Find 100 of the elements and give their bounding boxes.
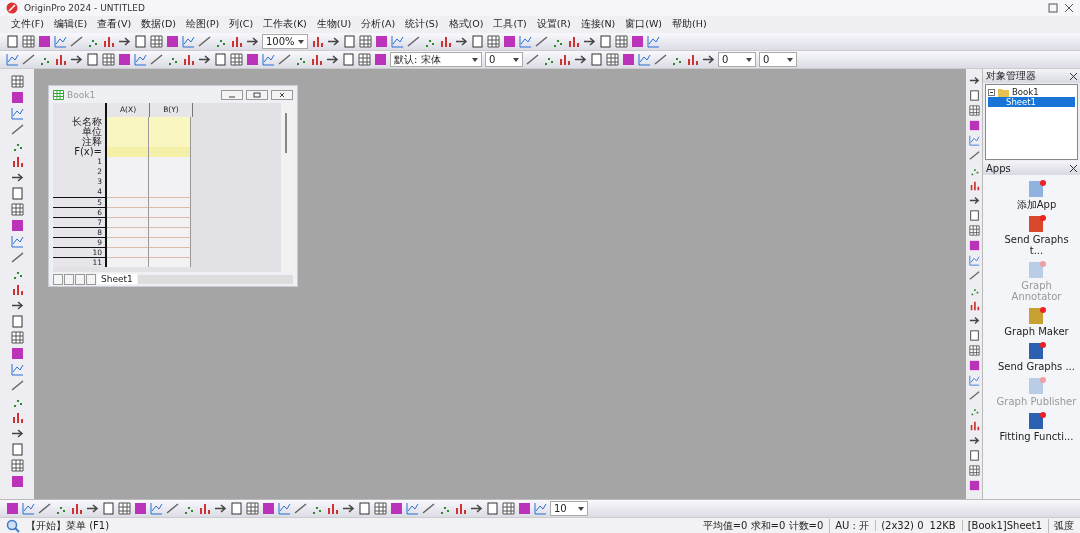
- line-icon[interactable]: [166, 502, 179, 515]
- chart-icon[interactable]: [10, 235, 24, 248]
- page-icon[interactable]: [486, 502, 499, 515]
- square-icon[interactable]: [630, 35, 644, 48]
- grid-icon[interactable]: [502, 502, 515, 515]
- tab-nav-button[interactable]: [75, 273, 85, 285]
- chart-icon[interactable]: [646, 35, 660, 48]
- arrow-icon[interactable]: [326, 35, 340, 48]
- chart-icon[interactable]: [390, 35, 404, 48]
- square-icon[interactable]: [968, 480, 980, 491]
- page-icon[interactable]: [968, 90, 980, 101]
- tab-nav-button[interactable]: [53, 273, 63, 285]
- line-icon[interactable]: [968, 150, 980, 161]
- arrow-icon[interactable]: [574, 53, 587, 66]
- table-cell[interactable]: [149, 197, 191, 207]
- grid-icon[interactable]: [486, 35, 500, 48]
- grid-icon[interactable]: [150, 35, 163, 48]
- value-dropdown[interactable]: 0: [718, 52, 756, 67]
- table-cell[interactable]: [149, 237, 191, 247]
- arrow-icon[interactable]: [702, 53, 715, 66]
- menu-item[interactable]: 查看(V): [92, 18, 137, 31]
- table-cell[interactable]: [149, 217, 191, 227]
- table-cell[interactable]: [107, 207, 149, 217]
- arrow-icon[interactable]: [10, 171, 24, 184]
- grid-icon[interactable]: [246, 502, 259, 515]
- menu-item[interactable]: 窗口(W): [620, 18, 668, 31]
- page-icon[interactable]: [10, 315, 24, 328]
- square-icon[interactable]: [166, 35, 179, 48]
- square-icon[interactable]: [134, 502, 147, 515]
- menu-item[interactable]: 文件(F): [6, 18, 49, 31]
- bar-chart-icon[interactable]: [558, 53, 571, 66]
- grid-icon[interactable]: [358, 53, 371, 66]
- app-item[interactable]: Send Graphs t...: [996, 214, 1077, 256]
- square-icon[interactable]: [374, 35, 388, 48]
- line-icon[interactable]: [22, 53, 35, 66]
- grid-icon[interactable]: [968, 465, 980, 476]
- square-icon[interactable]: [10, 347, 24, 360]
- close-icon[interactable]: [1070, 72, 1077, 80]
- bar-chart-icon[interactable]: [10, 283, 24, 296]
- chart-icon[interactable]: [6, 53, 19, 66]
- bar-chart-icon[interactable]: [968, 420, 980, 431]
- bar-chart-icon[interactable]: [968, 180, 980, 191]
- bar-chart-icon[interactable]: [454, 502, 467, 515]
- grid-icon[interactable]: [22, 35, 35, 48]
- app-item[interactable]: Graph Maker: [996, 306, 1077, 337]
- square-icon[interactable]: [518, 502, 531, 515]
- arrow-icon[interactable]: [70, 53, 83, 66]
- grid-icon[interactable]: [10, 331, 24, 344]
- grid-icon[interactable]: [10, 75, 24, 88]
- chart-icon[interactable]: [406, 502, 419, 515]
- arrow-icon[interactable]: [326, 53, 339, 66]
- table-cell[interactable]: [107, 137, 149, 147]
- square-icon[interactable]: [968, 240, 980, 251]
- chart-icon[interactable]: [22, 502, 35, 515]
- maximize-icon[interactable]: [1048, 3, 1058, 13]
- menu-item[interactable]: 编辑(E): [48, 18, 93, 31]
- corner-header[interactable]: [53, 103, 107, 117]
- page-icon[interactable]: [6, 35, 19, 48]
- page-icon[interactable]: [10, 187, 24, 200]
- page-icon[interactable]: [214, 53, 227, 66]
- tab-nav-button[interactable]: [64, 273, 74, 285]
- line-icon[interactable]: [968, 270, 980, 281]
- chart-icon[interactable]: [534, 502, 547, 515]
- line-icon[interactable]: [10, 251, 24, 264]
- square-icon[interactable]: [968, 360, 980, 371]
- chart-icon[interactable]: [968, 375, 980, 386]
- grid-icon[interactable]: [118, 502, 131, 515]
- table-cell[interactable]: [149, 187, 191, 197]
- square-icon[interactable]: [10, 91, 24, 104]
- square-icon[interactable]: [118, 53, 131, 66]
- table-cell[interactable]: [107, 217, 149, 227]
- grid-icon[interactable]: [968, 225, 980, 236]
- arrow-icon[interactable]: [968, 75, 980, 86]
- menu-item[interactable]: 数据(D): [136, 18, 181, 31]
- chart-icon[interactable]: [54, 35, 67, 48]
- table-cell[interactable]: [149, 137, 191, 147]
- app-item[interactable]: Fitting Functi...: [996, 411, 1077, 442]
- arrow-icon[interactable]: [968, 195, 980, 206]
- chart-icon[interactable]: [278, 502, 291, 515]
- expand-toggle[interactable]: [988, 88, 995, 96]
- chart-icon[interactable]: [638, 53, 651, 66]
- chart-icon[interactable]: [968, 135, 980, 146]
- bar-chart-icon[interactable]: [968, 300, 980, 311]
- menu-item[interactable]: 列(C): [224, 18, 259, 31]
- table-cell[interactable]: [107, 237, 149, 247]
- table-cell[interactable]: [149, 147, 191, 157]
- line-icon[interactable]: [526, 53, 539, 66]
- arrow-icon[interactable]: [214, 502, 227, 515]
- bar-chart-icon[interactable]: [310, 53, 323, 66]
- table-cell[interactable]: [107, 187, 149, 197]
- search-icon[interactable]: [6, 518, 20, 533]
- chart-icon[interactable]: [10, 363, 24, 376]
- menu-item[interactable]: 工具(T): [488, 18, 532, 31]
- page-icon[interactable]: [102, 502, 115, 515]
- page-icon[interactable]: [968, 450, 980, 461]
- table-cell[interactable]: [107, 157, 149, 167]
- grid-icon[interactable]: [230, 53, 243, 66]
- square-icon[interactable]: [622, 53, 635, 66]
- bar-chart-icon[interactable]: [326, 502, 339, 515]
- line-icon[interactable]: [10, 123, 24, 136]
